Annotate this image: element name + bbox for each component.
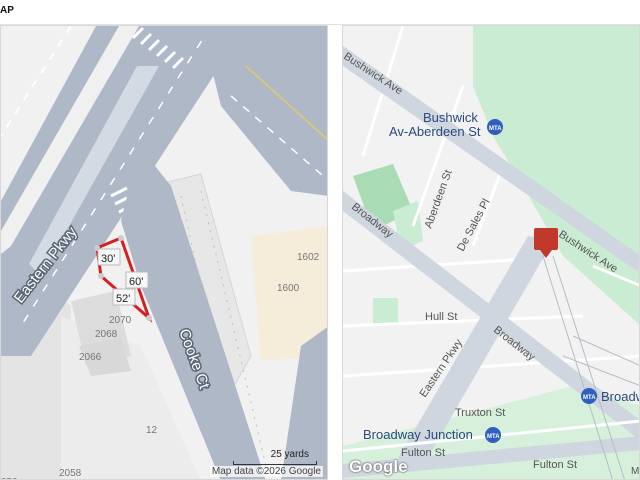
building-number: 2070 [109,315,132,326]
svg-text:MTA: MTA [487,434,500,440]
left-map-canvas[interactable]: Eastern Pkwy Cooke Ct 1602 1600 2070 206… [1,26,328,480]
google-logo: Google [349,457,408,476]
satellite-detail-map[interactable]: Eastern Pkwy Cooke Ct 1602 1600 2070 206… [0,25,328,480]
svg-text:MTA: MTA [583,395,596,401]
station-label-broadway: Broadway [601,389,640,404]
street-label-truxton-st: Truxton St [455,407,505,419]
svg-text:30': 30' [101,253,115,265]
right-map-canvas[interactable]: Bushwick Ave Bushwick Ave Aberdeen St De… [343,26,640,480]
building-number: 1602 [297,252,320,263]
building-number: 2068 [95,329,118,340]
station-label-broadway-junction: Broadway Junction [363,427,473,442]
edge-label: M [631,466,639,477]
building-number: 2066 [79,352,102,363]
header-title: AP [0,5,14,16]
measurement-52ft: 52' [112,288,136,306]
street-label-fulton-st-right: Fulton St [533,459,577,471]
street-map[interactable]: Bushwick Ave Bushwick Ave Aberdeen St De… [342,25,640,480]
header-bar: AP [0,0,640,25]
station-label-line1: Bushwick [423,110,478,125]
building-number: 12 [146,425,158,436]
measurement-30ft: 30' [97,248,121,266]
map-attribution[interactable]: Map data ©2026 Google [209,466,323,477]
street-label-hull-st: Hull St [425,311,457,323]
panel-gap [328,25,342,480]
measurement-60ft: 60' [125,271,149,289]
svg-text:52': 52' [116,293,130,305]
building-number: 1600 [277,283,300,294]
scale-label: 25 yards [270,449,309,460]
svg-text:MTA: MTA [489,126,502,132]
scale-line [233,461,317,465]
scale-bar: 25 yards [233,449,317,465]
building-number: 2058 [59,468,82,479]
station-broadway[interactable]: MTA Broadway [581,388,640,404]
svg-text:60': 60' [129,276,143,288]
station-label-line2: Av-Aberdeen St [389,124,481,139]
